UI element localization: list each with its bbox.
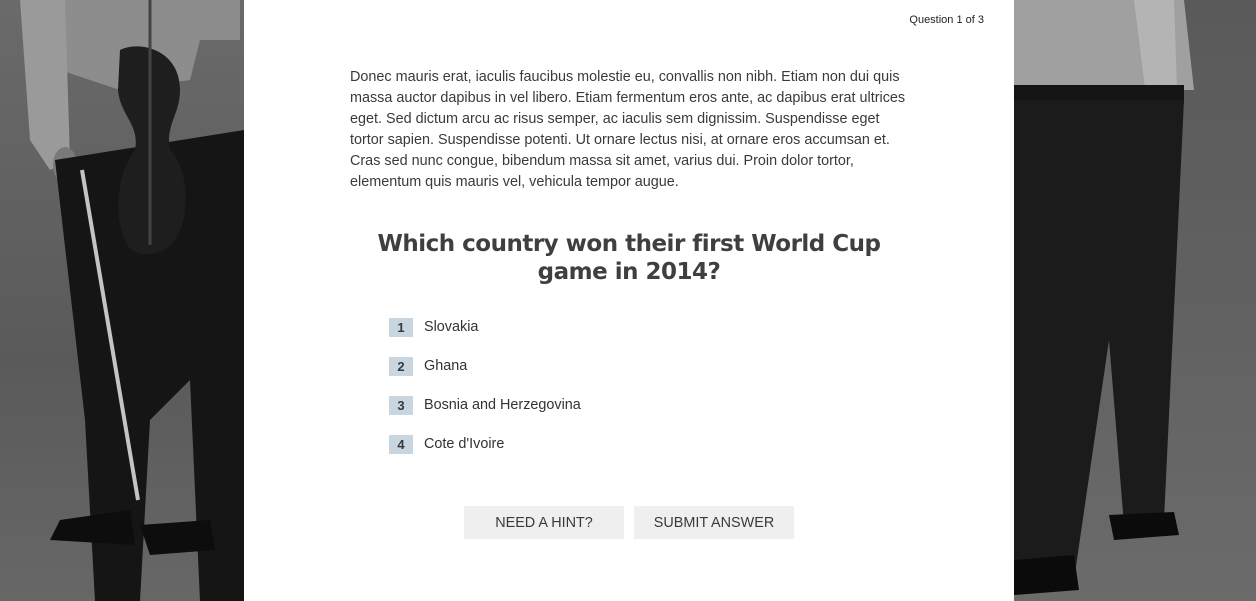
musician-violin-silhouette <box>20 0 244 601</box>
answer-option-bosnia[interactable]: 3 Bosnia and Herzegovina <box>389 395 581 415</box>
submit-answer-button[interactable]: SUBMIT ANSWER <box>634 506 794 539</box>
option-label: Cote d'Ivoire <box>424 436 505 452</box>
option-number-badge: 4 <box>389 434 413 454</box>
option-label: Ghana <box>424 358 468 374</box>
quiz-panel: Question 1 of 3 Donec mauris erat, iacul… <box>244 0 1014 601</box>
background-photo-left <box>0 0 244 601</box>
hint-button[interactable]: NEED A HINT? <box>464 506 624 539</box>
option-number-badge: 1 <box>389 317 413 337</box>
background-photo-right <box>1014 0 1256 601</box>
option-number-badge: 2 <box>389 356 413 376</box>
musician-standing-silhouette <box>1014 0 1194 595</box>
option-number-badge: 3 <box>389 395 413 415</box>
option-label: Slovakia <box>424 319 479 335</box>
question-title: Which country won their first World Cup … <box>377 231 882 285</box>
answer-option-cote-divoire[interactable]: 4 Cote d'Ivoire <box>389 434 581 454</box>
answer-option-ghana[interactable]: 2 Ghana <box>389 356 581 376</box>
intro-paragraph: Donec mauris erat, iaculis faucibus mole… <box>350 69 906 190</box>
option-label: Bosnia and Herzegovina <box>424 397 581 413</box>
question-counter: Question 1 of 3 <box>909 14 984 26</box>
quiz-screen: Question 1 of 3 Donec mauris erat, iacul… <box>0 0 1256 601</box>
answer-options: 1 Slovakia 2 Ghana 3 Bosnia and Herzegov… <box>389 317 581 473</box>
answer-option-slovakia[interactable]: 1 Slovakia <box>389 317 581 337</box>
